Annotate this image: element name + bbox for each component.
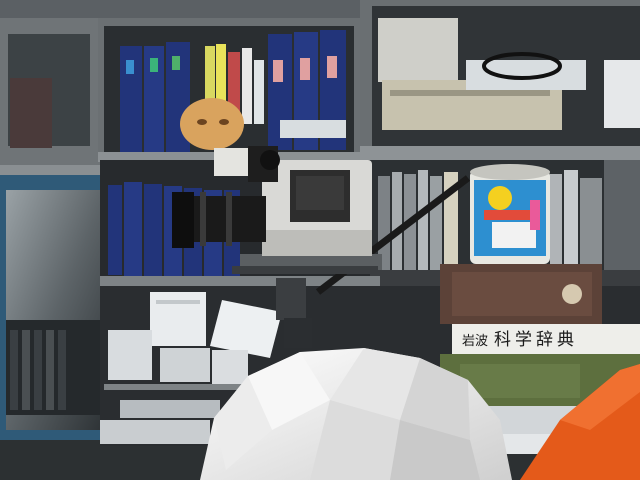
upper-right-shelf bbox=[360, 0, 640, 160]
scene-illustration: 岩波 科学辞典 bbox=[0, 0, 640, 480]
dictionary-title: 科学辞典 bbox=[494, 330, 578, 350]
upper-center-shelf bbox=[98, 18, 366, 162]
dictionary-prefix: 岩波 bbox=[462, 334, 488, 349]
scene: 岩波 科学辞典 bbox=[0, 0, 640, 480]
mannequin-head bbox=[180, 98, 244, 150]
canister bbox=[470, 164, 550, 264]
